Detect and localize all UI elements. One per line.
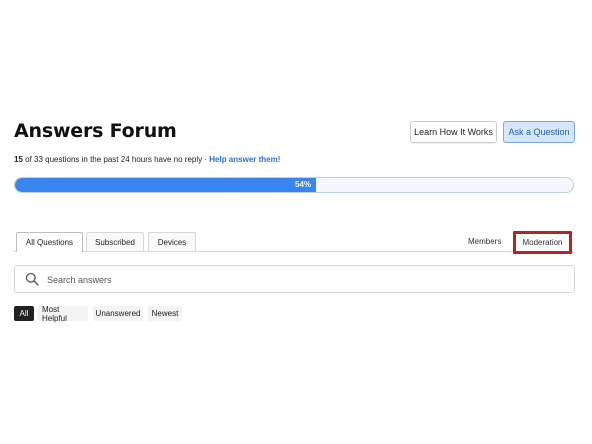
tab-moderation[interactable]: Moderation (513, 231, 572, 254)
filter-all[interactable]: All (14, 306, 34, 321)
tab-members[interactable]: Members (468, 237, 501, 246)
filter-unanswered[interactable]: Unanswered (93, 306, 143, 321)
page-title: Answers Forum (14, 120, 177, 142)
help-answer-link[interactable]: Help answer them! (209, 155, 280, 164)
filter-most-helpful[interactable]: Most Helpful (38, 305, 88, 323)
tab-subscribed[interactable]: Subscribed (86, 232, 144, 251)
search-bar (14, 265, 575, 293)
search-icon (25, 272, 39, 286)
unanswered-count: 15 (14, 155, 23, 164)
progress-label: 54% (295, 180, 312, 189)
progress-fill (15, 178, 316, 192)
tabs-divider (14, 251, 574, 252)
answer-progress-bar: 54% (14, 177, 574, 193)
learn-how-it-works-button[interactable]: Learn How It Works (410, 121, 497, 143)
unanswered-stats: 15 of 33 questions in the past 24 hours … (14, 155, 280, 164)
search-input[interactable] (45, 270, 559, 290)
tab-devices[interactable]: Devices (148, 232, 196, 251)
tab-all-questions[interactable]: All Questions (16, 232, 83, 252)
stats-text: of 33 questions in the past 24 hours hav… (22, 155, 210, 164)
filter-newest[interactable]: Newest (148, 306, 182, 321)
ask-question-button[interactable]: Ask a Question (503, 121, 575, 143)
